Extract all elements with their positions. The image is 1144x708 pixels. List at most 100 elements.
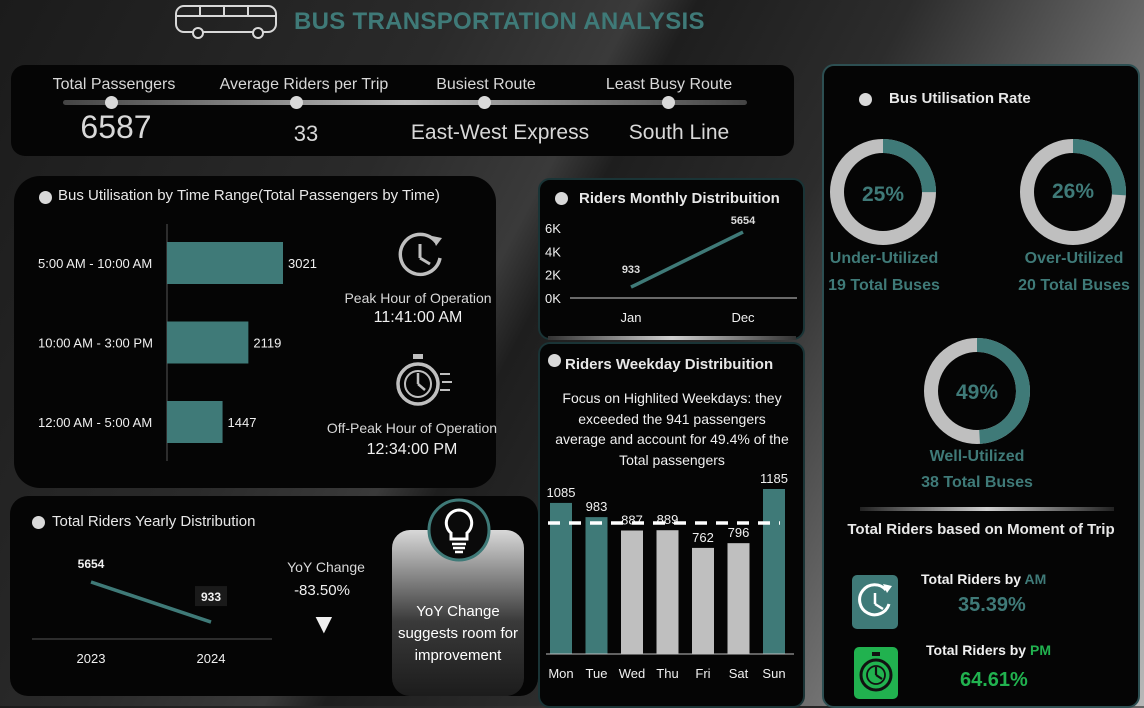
data-label: 5654 xyxy=(78,557,105,571)
data-label: 762 xyxy=(692,530,714,545)
category-label: 10:00 AM - 3:00 PM xyxy=(38,336,153,351)
bar xyxy=(167,401,223,443)
series-line xyxy=(630,230,744,289)
monthly-panel: Riders Monthly Distribuition 0K 2K 4K 6K Jan… xyxy=(538,178,805,340)
kpi-dot xyxy=(105,96,118,109)
yearly-title: Total Riders Yearly Distribution xyxy=(52,513,256,530)
kpi-total-passengers-value: 6587 xyxy=(80,109,152,145)
category-label: Tue xyxy=(586,666,608,681)
under-utilized-count: 19 Total Buses xyxy=(828,277,940,294)
y-tick-label: 2K xyxy=(545,268,561,283)
panel-bullet xyxy=(548,354,561,367)
weekday-panel: Riders Weekday Distribuition Focus on Hi… xyxy=(538,342,805,708)
stopwatch-icon xyxy=(396,354,452,406)
x-tick-label: 2023 xyxy=(77,651,106,666)
lightbulb-icon xyxy=(427,498,491,562)
page-title: BUS TRANSPORTATION ANALYSIS xyxy=(294,8,705,35)
over-utilized-label: Over-Utilized xyxy=(1024,250,1124,267)
kpi-dot xyxy=(290,96,303,109)
pm-label: Total Riders by PM xyxy=(926,642,1051,658)
peak-hour-value: 11:41:00 AM xyxy=(373,309,463,326)
category-label: 12:00 AM - 5:00 AM xyxy=(38,415,152,430)
kpi-total-passengers-label: Total Passengers xyxy=(52,76,176,93)
bar xyxy=(727,543,750,654)
panel-bullet xyxy=(32,516,45,529)
kpi-least-busy-route-value: South Line xyxy=(628,121,730,144)
data-label: 1185 xyxy=(760,474,788,486)
y-tick-label: 4K xyxy=(545,244,561,259)
monthly-line-chart: 0K 2K 4K 6K Jan Dec 933 5654 xyxy=(545,215,797,325)
bar xyxy=(763,489,785,654)
data-label: 889 xyxy=(657,512,679,527)
yearly-line-chart: 5654 933 2023 2024 xyxy=(32,557,272,666)
data-label: 1085 xyxy=(547,485,576,500)
data-label: 2119 xyxy=(253,336,281,351)
kpi-avg-riders-value: 33 xyxy=(293,121,319,146)
category-label: Sun xyxy=(762,666,785,681)
down-arrow-icon: ▼ xyxy=(310,608,338,639)
yoy-callout-text: YoY Change suggests room for improvement xyxy=(397,603,519,664)
clock-icon xyxy=(398,232,442,277)
category-label: Wed xyxy=(619,666,646,681)
peak-hour-label: Peak Hour of Operation xyxy=(344,290,492,306)
utilisation-panel: Bus Utilisation Rate 25% Under-Utilized … xyxy=(822,64,1140,708)
am-value: 35.39% xyxy=(958,594,1026,616)
series-line xyxy=(90,580,212,624)
panel-bullet xyxy=(39,191,52,204)
pm-label-text: Total Riders by xyxy=(926,642,1030,658)
under-utilized-pct: 25% xyxy=(861,183,905,206)
bus-icon xyxy=(175,5,277,39)
bar xyxy=(585,517,608,654)
am-clock-icon xyxy=(852,575,898,629)
time-range-panel: Bus Utilisation by Time Range(Total Pass… xyxy=(14,176,497,488)
well-utilized-pct: 49% xyxy=(955,381,999,404)
pm-stopwatch-icon xyxy=(854,647,898,699)
bar xyxy=(692,547,714,654)
category-label: 5:00 AM - 10:00 AM xyxy=(38,256,152,271)
yearly-panel: Total Riders Yearly Distribution 5654 933… xyxy=(10,496,538,696)
weekday-title: Riders Weekday Distribuition xyxy=(565,356,774,373)
data-label: 3021 xyxy=(288,256,317,271)
data-label: 933 xyxy=(201,590,221,604)
category-label: Mon xyxy=(548,666,573,681)
data-label: 1447 xyxy=(228,415,257,430)
kpi-busiest-route-value: East-West Express xyxy=(410,121,590,144)
data-label: 796 xyxy=(728,525,750,540)
yoy-change-value: -83.50% xyxy=(294,582,350,599)
kpi-dot xyxy=(662,96,675,109)
bar xyxy=(621,530,643,654)
weekday-note: Focus on Highlited Weekdays: they exceed… xyxy=(555,390,789,468)
kpi-least-busy-route-label: Least Busy Route xyxy=(605,76,733,93)
category-label: Fri xyxy=(695,666,710,681)
panel-bullet xyxy=(859,93,872,106)
weekday-bar-chart: 1085 Mon 983 Tue 887 Wed 889 Thu 762 Fri 796 Sat 118… xyxy=(546,474,794,681)
pm-label-suffix: PM xyxy=(1029,642,1051,658)
y-tick-label: 6K xyxy=(545,221,561,236)
data-label: 933 xyxy=(622,264,640,276)
offpeak-hour-label: Off-Peak Hour of Operation xyxy=(326,420,498,436)
y-tick-label: 0K xyxy=(545,291,561,306)
data-label: 5654 xyxy=(731,215,756,227)
data-label: 887 xyxy=(621,512,643,527)
am-label-text: Total Riders by xyxy=(921,571,1025,587)
kpi-panel: Total Passengers 6587 Average Riders per… xyxy=(11,65,794,156)
offpeak-hour-value: 12:34:00 PM xyxy=(366,441,458,458)
well-utilized-count: 38 Total Buses xyxy=(921,474,1033,491)
x-tick-label: 2024 xyxy=(197,651,226,666)
monthly-title: Riders Monthly Distribuition xyxy=(579,190,780,207)
over-utilized-pct: 26% xyxy=(1051,180,1095,203)
moment-title: Total Riders based on Moment of Trip xyxy=(847,521,1115,538)
category-label: Sat xyxy=(729,666,749,681)
yoy-change-label: YoY Change xyxy=(287,559,365,575)
well-utilized-label: Well-Utilized xyxy=(929,448,1025,465)
bar xyxy=(167,321,249,364)
under-utilized-label: Under-Utilized xyxy=(829,250,939,267)
am-label-suffix: AM xyxy=(1024,571,1047,587)
pm-value: 64.61% xyxy=(960,669,1028,691)
time-range-bar-chart: 5:00 AM - 10:00 AM 3021 10:00 AM - 3:00 PM… xyxy=(38,224,317,461)
bar xyxy=(656,530,679,654)
bar xyxy=(550,502,572,654)
x-tick-label: Dec xyxy=(731,310,755,325)
am-label: Total Riders by AM xyxy=(921,571,1046,587)
kpi-track xyxy=(63,100,747,105)
